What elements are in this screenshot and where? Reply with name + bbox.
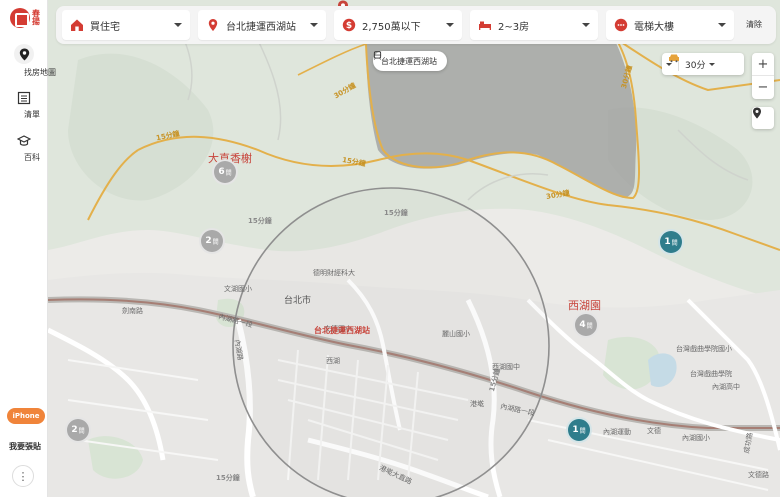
bed-icon [479,21,491,30]
filter-location[interactable]: 台北捷運西湖站 [198,10,326,40]
cluster-count: 1 [664,237,671,247]
chevron-down-icon [709,62,716,66]
cluster-unit: 間 [671,239,678,247]
list-icon [17,91,31,105]
poi-label: 內湖國小 [682,434,710,442]
filter-label: 2~3房 [498,21,530,33]
district-label: 台北市 [284,296,312,306]
cluster-count: 2 [205,236,212,246]
map-pin-icon [14,44,34,64]
station-tag[interactable]: 台北捷運西湖站 [373,51,447,71]
filter-bar: 買住宅 台北捷運西湖站 $ 2,750萬以下 2~3房 電梯大樓 清除 [56,6,776,44]
filter-label: 2,750萬以下 [362,21,421,33]
car-icon [669,54,679,63]
poi-label: 文德路 [748,471,769,479]
more-vertical-icon[interactable]: ⋮ [12,465,34,487]
listing-cluster[interactable]: 6間 [212,159,238,185]
sidebar-item-map[interactable]: 找房地圖 [0,44,56,77]
filter-rooms[interactable]: 2~3房 [470,10,598,40]
sidebar-item-label: 找房地圖 [24,68,56,77]
logo-text: 春揚 [32,9,40,26]
cluster-count: 4 [579,320,586,330]
listing-cluster[interactable]: 4間 [573,312,599,338]
poi-label: 內湖高中 [712,383,740,391]
sidebar-item-list[interactable]: 清單 [0,91,48,119]
iso-label: 15分鐘 [384,209,408,217]
poi-label: 台灣戲曲學院 [690,370,732,378]
logo[interactable]: 春揚 [10,8,46,30]
zoom-out-button[interactable]: − [752,76,774,99]
travel-time-control[interactable]: 30分 [662,53,744,75]
locate-button[interactable] [752,107,774,129]
train-icon [373,51,382,60]
poi-label: 劍南路 [122,307,143,315]
dollar-icon: $ [342,18,356,32]
listing-cluster[interactable]: 2間 [199,228,225,254]
chevron-down-icon [582,23,590,27]
chevron-down-icon [310,23,318,27]
iso-label: 15分鐘 [248,217,272,225]
listing-cluster[interactable]: 1間 [566,417,592,443]
elevator-icon [614,18,628,32]
cluster-count: 6 [218,167,225,177]
map-pin-icon [208,19,218,31]
travel-time-value: 30分 [685,60,706,71]
sidebar-item-wiki[interactable]: 百科 [0,134,48,162]
filter-building-type[interactable]: 電梯大樓 [606,10,734,40]
poi-label: 麗山國小 [442,330,470,338]
place-label-xihu-park: 西湖園 [568,299,601,312]
listing-cluster[interactable]: 2間 [65,417,91,443]
poi-label: 內湖運動 [603,428,631,436]
chevron-down-icon [718,23,726,27]
chevron-down-icon [174,23,182,27]
logo-mark-icon [10,8,30,28]
cluster-count: 1 [572,425,579,435]
zoom-control: + − [752,53,774,99]
sidebar-item-label: 清單 [24,110,40,119]
cluster-unit: 間 [579,427,586,435]
filter-property-type[interactable]: 買住宅 [62,10,190,40]
poi-label: 台灣戲曲學院國小 [676,345,732,353]
post-listing-link[interactable]: 我要張貼 [4,441,46,452]
filter-label: 買住宅 [90,21,120,33]
station-tag-label: 台北捷運西湖站 [381,56,437,66]
sidebar-item-label: 百科 [24,153,40,162]
chevron-down-icon [446,23,454,27]
location-marker-icon [753,107,761,119]
filter-price[interactable]: $ 2,750萬以下 [334,10,462,40]
sidebar: 春揚 找房地圖 清單 百科 iPhone 我要張貼 ⋮ [0,0,56,497]
pin-sub-label: 西湖 [326,357,340,365]
poi-label: 德明財經科大 [313,269,355,277]
filter-label: 電梯大樓 [634,21,674,33]
iso-label: 15分鐘 [216,474,240,482]
map-canvas[interactable]: 15分鐘 30分鐘 30分鐘 15分鐘 30分鐘 15分鐘 15分鐘 15分鐘 … [48,0,780,497]
cluster-unit: 間 [586,322,593,330]
poi-label: 文德 [647,427,661,435]
svg-text:$: $ [346,21,352,31]
clear-filters-button[interactable]: 清除 [746,19,762,30]
listing-cluster[interactable]: 1間 [658,229,684,255]
cluster-unit: 間 [225,169,232,177]
poi-label: 港墘 [470,400,484,408]
graduation-cap-icon [17,135,31,146]
cluster-unit: 間 [212,238,219,246]
house-icon [71,19,83,31]
poi-label: 西湖國中 [492,363,520,371]
pin-label: 台北捷運西湖站 [314,326,370,335]
filter-label: 台北捷運西湖站 [226,21,296,33]
zoom-in-button[interactable]: + [752,53,774,76]
poi-label: 文湖國小 [224,285,252,293]
cluster-unit: 間 [78,427,85,435]
iphone-app-badge[interactable]: iPhone [7,408,45,424]
cluster-count: 2 [71,425,78,435]
